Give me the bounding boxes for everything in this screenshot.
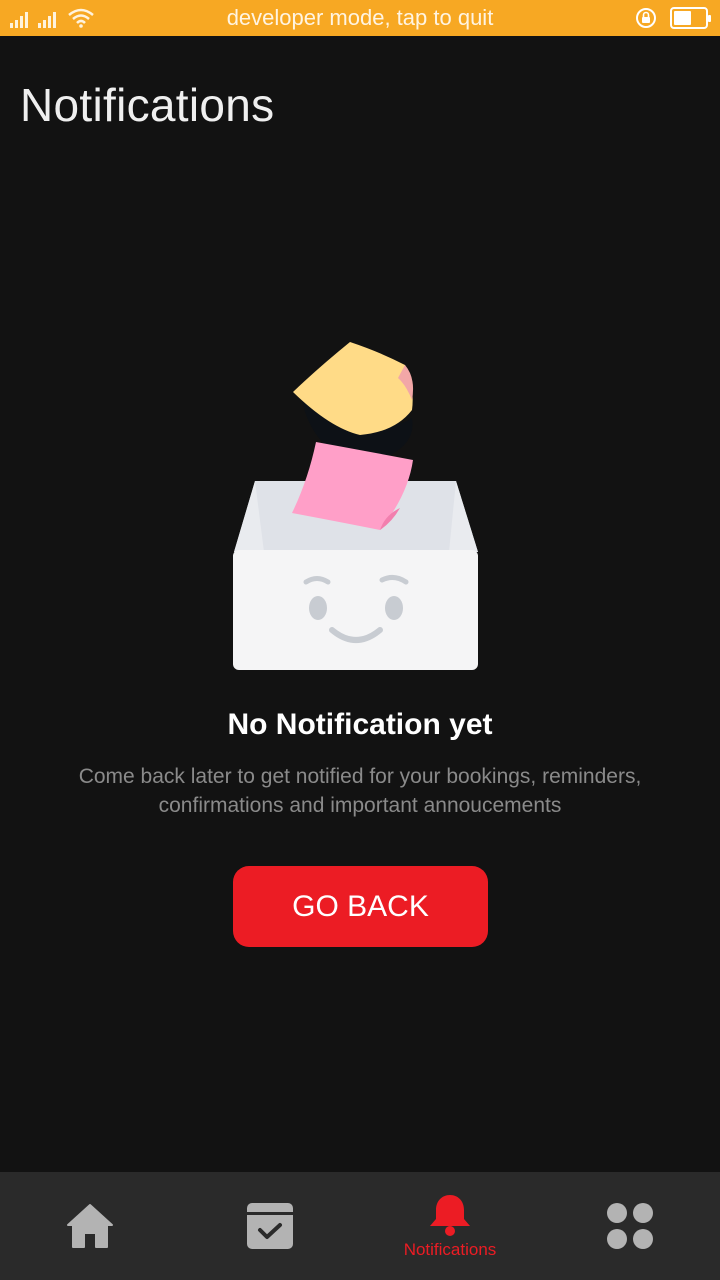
battery-icon (670, 7, 711, 29)
nav-more[interactable] (540, 1172, 720, 1280)
page-title: Notifications (20, 79, 275, 131)
empty-state-description: Come back later to get notified for your… (78, 765, 642, 817)
go-back-button[interactable]: GO BACK (233, 866, 488, 947)
nav-notifications-label: Notifications (403, 1240, 497, 1259)
calendar-check-icon (247, 1203, 293, 1249)
nav-home[interactable] (0, 1172, 180, 1280)
status-bar[interactable]: developer mode, tap to quit (0, 0, 720, 36)
home-icon (67, 1204, 113, 1248)
developer-mode-text[interactable]: developer mode, tap to quit (0, 0, 720, 36)
rotation-lock-icon (636, 8, 656, 28)
nav-notifications[interactable]: Notifications (360, 1172, 540, 1280)
bell-icon (430, 1195, 470, 1236)
nav-bookings[interactable] (180, 1172, 360, 1280)
empty-state-title: No Notification yet (227, 708, 493, 741)
empty-box-illustration (233, 342, 478, 670)
bottom-navigation: Notifications (0, 1172, 720, 1280)
grid-icon (607, 1203, 653, 1249)
